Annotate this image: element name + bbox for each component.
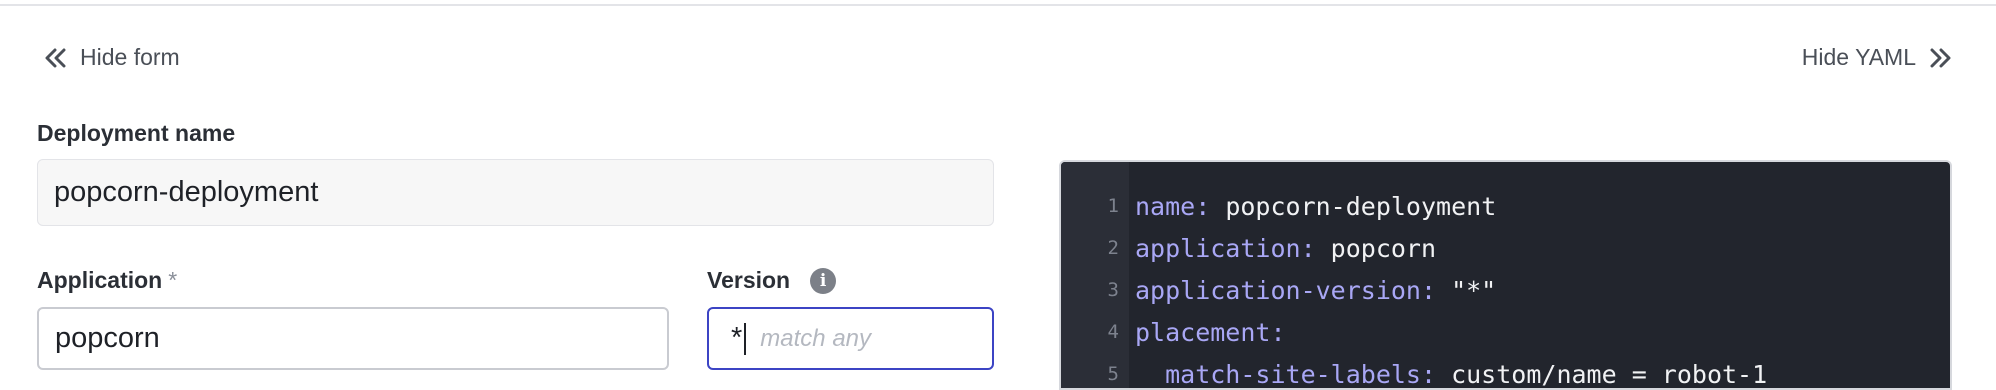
yaml-line: 3 application-version: "*" — [1061, 269, 1950, 311]
yaml-value: popcorn-deployment — [1210, 191, 1497, 221]
yaml-code: placement: — [1135, 318, 1286, 347]
yaml-key: placement: — [1135, 317, 1286, 347]
text-caret — [744, 322, 747, 355]
yaml-code: match-site-labels: custom/name = robot-1 — [1135, 360, 1767, 389]
version-field[interactable]: * match any — [707, 307, 994, 370]
line-number: 5 — [1107, 363, 1119, 385]
line-number: 4 — [1107, 321, 1119, 343]
hide-yaml-button[interactable]: Hide YAML — [1802, 44, 1952, 71]
yaml-code: application: popcorn — [1135, 234, 1436, 263]
deployment-name-label-text: Deployment name — [37, 120, 236, 146]
line-number: 3 — [1107, 279, 1119, 301]
yaml-code: application-version: "*" — [1135, 276, 1496, 305]
yaml-value: "*" — [1436, 275, 1497, 305]
line-number: 2 — [1107, 237, 1119, 259]
top-divider — [0, 4, 1996, 6]
yaml-code: name: popcorn-deployment — [1135, 192, 1496, 221]
application-field[interactable]: popcorn — [37, 307, 669, 370]
deployment-name-value: popcorn-deployment — [54, 176, 319, 208]
chevrons-left-icon — [45, 48, 66, 67]
application-value: popcorn — [55, 322, 160, 354]
yaml-line: 1 name: popcorn-deployment — [1061, 185, 1950, 227]
deployment-name-label: Deployment name — [37, 120, 235, 147]
chevrons-right-icon — [1930, 48, 1951, 67]
hide-form-button[interactable]: Hide form — [44, 44, 180, 71]
yaml-key: application: — [1135, 233, 1316, 263]
line-number: 1 — [1107, 195, 1119, 217]
yaml-editor[interactable]: 1 name: popcorn-deployment 2 application: p… — [1059, 160, 1952, 390]
deployment-name-field[interactable]: popcorn-deployment — [37, 159, 994, 226]
yaml-line: 5 match-site-labels: custom/name = robot… — [1061, 353, 1950, 389]
yaml-key: match-site-labels: — [1135, 359, 1437, 389]
yaml-value: popcorn — [1315, 233, 1437, 263]
yaml-key: application-version: — [1135, 275, 1437, 305]
yaml-line: 2 application: popcorn — [1061, 227, 1950, 269]
application-label: Application * — [37, 267, 177, 294]
version-placeholder: match any — [760, 324, 872, 352]
yaml-line: 4 placement: — [1061, 311, 1950, 353]
version-value: * — [731, 322, 743, 354]
required-marker: * — [168, 267, 178, 293]
application-label-text: Application — [37, 267, 163, 293]
version-label-text: Version — [707, 267, 791, 293]
yaml-value: custom/name = robot-1 — [1436, 359, 1768, 389]
yaml-key: name: — [1135, 191, 1211, 221]
info-icon[interactable]: i — [810, 267, 837, 294]
hide-yaml-label: Hide YAML — [1801, 44, 1916, 70]
version-label: Version i — [707, 267, 837, 294]
hide-form-label: Hide form — [80, 44, 180, 70]
